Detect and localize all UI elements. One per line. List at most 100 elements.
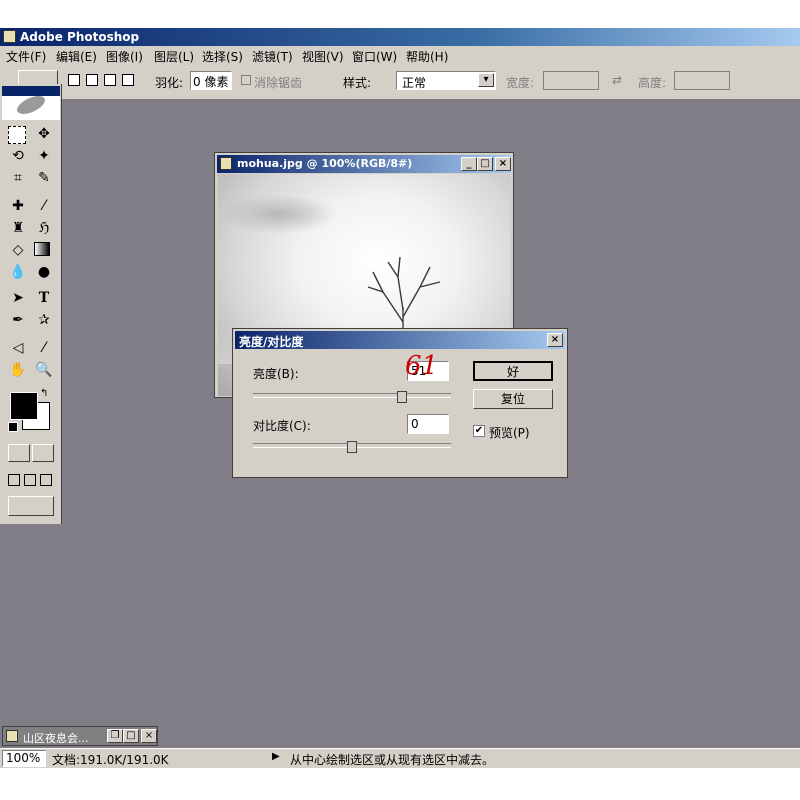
quick-mask-mode-icon[interactable]: [32, 444, 54, 462]
menu-select[interactable]: 选择(S): [202, 48, 243, 65]
dialog-close-icon[interactable]: ×: [547, 333, 563, 347]
checkmark-icon: ✔: [474, 425, 484, 436]
swap-colors-icon[interactable]: ↰: [40, 388, 48, 399]
document-title: mohua.jpg @ 100%(RGB/8#): [237, 157, 413, 170]
minimized-maximize-icon[interactable]: □: [123, 729, 139, 743]
chevron-down-icon[interactable]: ▾: [478, 73, 494, 87]
standard-mode-icon[interactable]: [8, 444, 30, 462]
document-titlebar[interactable]: mohua.jpg @ 100%(RGB/8#) _ □ ×: [217, 155, 511, 173]
brightness-annotation: 61: [405, 351, 439, 381]
minimize-icon[interactable]: _: [461, 157, 477, 171]
restore-icon[interactable]: ❐: [107, 729, 123, 743]
menubar: 文件(F) 编辑(E) 图像(I) 图层(L) 选择(S) 滤镜(T) 视图(V…: [0, 46, 800, 66]
subtract-selection-icon[interactable]: [104, 74, 116, 86]
swap-icon[interactable]: ⇄: [612, 73, 622, 87]
type-tool-icon[interactable]: T: [34, 288, 54, 308]
magic-wand-tool-icon[interactable]: ✦: [34, 146, 54, 166]
contrast-slider-thumb[interactable]: [347, 441, 357, 453]
status-menu-arrow-icon[interactable]: ▶: [272, 751, 280, 762]
slice-tool-icon[interactable]: ✎: [34, 168, 54, 188]
zoom-tool-icon[interactable]: 🔍: [34, 360, 54, 380]
menu-layer[interactable]: 图层(L): [154, 48, 194, 65]
status-hint: 从中心绘制选区或从现有选区中减去。: [290, 753, 495, 767]
contrast-label: 对比度(C):: [253, 419, 311, 433]
new-selection-icon[interactable]: [68, 74, 80, 86]
marquee-tool-icon[interactable]: [8, 126, 26, 144]
ok-button[interactable]: 好: [473, 361, 553, 381]
minimized-document-icon: [6, 730, 18, 742]
default-colors-icon[interactable]: [8, 422, 18, 432]
jump-to-imageready-icon[interactable]: [8, 496, 54, 516]
crop-tool-icon[interactable]: ⌗: [8, 168, 28, 188]
contrast-input[interactable]: 0: [407, 414, 449, 434]
app-title: Adobe Photoshop: [20, 30, 140, 44]
reset-button[interactable]: 复位: [473, 389, 553, 409]
menu-help[interactable]: 帮助(H): [406, 48, 448, 65]
path-selection-tool-icon[interactable]: ➤: [8, 288, 28, 308]
add-selection-icon[interactable]: [86, 74, 98, 86]
brightness-slider-thumb[interactable]: [396, 391, 407, 403]
screen-mode-full-icon[interactable]: [40, 474, 52, 486]
stamp-tool-icon[interactable]: ♜: [8, 218, 28, 238]
preview-label: 预览(P): [489, 426, 530, 440]
minimized-document[interactable]: 山区夜息会... ❐ □ ×: [2, 726, 158, 746]
document-icon: [220, 157, 232, 170]
options-bar: 羽化: 0 像素 消除锯齿 样式: 正常 ▾ 宽度: ⇄ 高度:: [0, 66, 800, 100]
brightness-contrast-dialog: 亮度/对比度 × 亮度(B): 51 61 对比度(C): 0 好 复位 ✔ 预…: [232, 328, 568, 478]
statusbar: 100% 文档:191.0K/191.0K ▶ 从中心绘制选区或从现有选区中减去…: [0, 748, 800, 768]
feather-input[interactable]: 0 像素: [190, 71, 232, 90]
brightness-slider[interactable]: [253, 389, 451, 405]
eraser-tool-icon[interactable]: ◇: [8, 240, 28, 260]
close-icon[interactable]: ×: [495, 157, 511, 171]
style-select-value: 正常: [402, 76, 427, 90]
blur-tool-icon[interactable]: 💧: [8, 262, 28, 282]
menu-image[interactable]: 图像(I): [106, 48, 143, 65]
menu-edit[interactable]: 编辑(E): [56, 48, 97, 65]
toolbox: ✥ ⟲ ✦ ⌗ ✎ ✚ ⁄ ♜ ℌ ◇ 💧 ● ➤ T ✒ ✰ ◁ ⁄ ✋ 🔍 …: [0, 84, 62, 524]
menu-filter[interactable]: 滤镜(T): [252, 48, 293, 65]
screen-mode-menubar-icon[interactable]: [24, 474, 36, 486]
app-titlebar: Adobe Photoshop: [0, 28, 800, 46]
dialog-title: 亮度/对比度: [239, 335, 304, 349]
foreground-color-swatch[interactable]: [10, 392, 38, 420]
menu-view[interactable]: 视图(V): [302, 48, 344, 65]
eyedropper-tool-icon[interactable]: ⁄: [34, 338, 54, 358]
antialias-checkbox[interactable]: [241, 75, 251, 85]
hand-tool-icon[interactable]: ✋: [8, 360, 28, 380]
document-info[interactable]: 文档:191.0K/191.0K: [52, 751, 169, 768]
preview-checkbox[interactable]: ✔: [473, 425, 485, 437]
feather-logo-icon: [2, 86, 60, 120]
dialog-titlebar[interactable]: 亮度/对比度 ×: [235, 331, 565, 349]
menu-file[interactable]: 文件(F): [6, 48, 46, 65]
move-tool-icon[interactable]: ✥: [34, 124, 54, 144]
history-brush-tool-icon[interactable]: ℌ: [34, 218, 54, 238]
zoom-field[interactable]: 100%: [2, 750, 46, 767]
style-select[interactable]: 正常 ▾: [396, 71, 496, 90]
brush-tool-icon[interactable]: ⁄: [34, 196, 54, 216]
height-label: 高度:: [638, 76, 667, 90]
workspace-left-strip: [0, 524, 62, 748]
brightness-slider-track: [253, 393, 451, 398]
feather-label: 羽化:: [155, 76, 184, 90]
minimized-close-icon[interactable]: ×: [141, 729, 157, 743]
height-input[interactable]: [674, 71, 730, 90]
intersect-selection-icon[interactable]: [122, 74, 134, 86]
width-label: 宽度:: [506, 76, 535, 90]
dodge-tool-icon[interactable]: ●: [34, 262, 54, 282]
pen-tool-icon[interactable]: ✒: [8, 310, 28, 330]
contrast-slider[interactable]: [253, 439, 451, 455]
photoshop-logo-icon: [3, 30, 16, 43]
brightness-label: 亮度(B):: [253, 367, 299, 381]
menu-window[interactable]: 窗口(W): [352, 48, 397, 65]
style-label: 样式:: [343, 76, 372, 90]
maximize-icon[interactable]: □: [477, 157, 493, 171]
notes-tool-icon[interactable]: ◁: [8, 338, 28, 358]
antialias-label: 消除锯齿: [254, 76, 303, 90]
minimized-document-title: 山区夜息会...: [23, 732, 89, 745]
shape-tool-icon[interactable]: ✰: [34, 310, 54, 330]
width-input[interactable]: [543, 71, 599, 90]
screen-mode-standard-icon[interactable]: [8, 474, 20, 486]
lasso-tool-icon[interactable]: ⟲: [8, 146, 28, 166]
healing-brush-tool-icon[interactable]: ✚: [8, 196, 28, 216]
gradient-tool-icon[interactable]: [34, 242, 50, 256]
